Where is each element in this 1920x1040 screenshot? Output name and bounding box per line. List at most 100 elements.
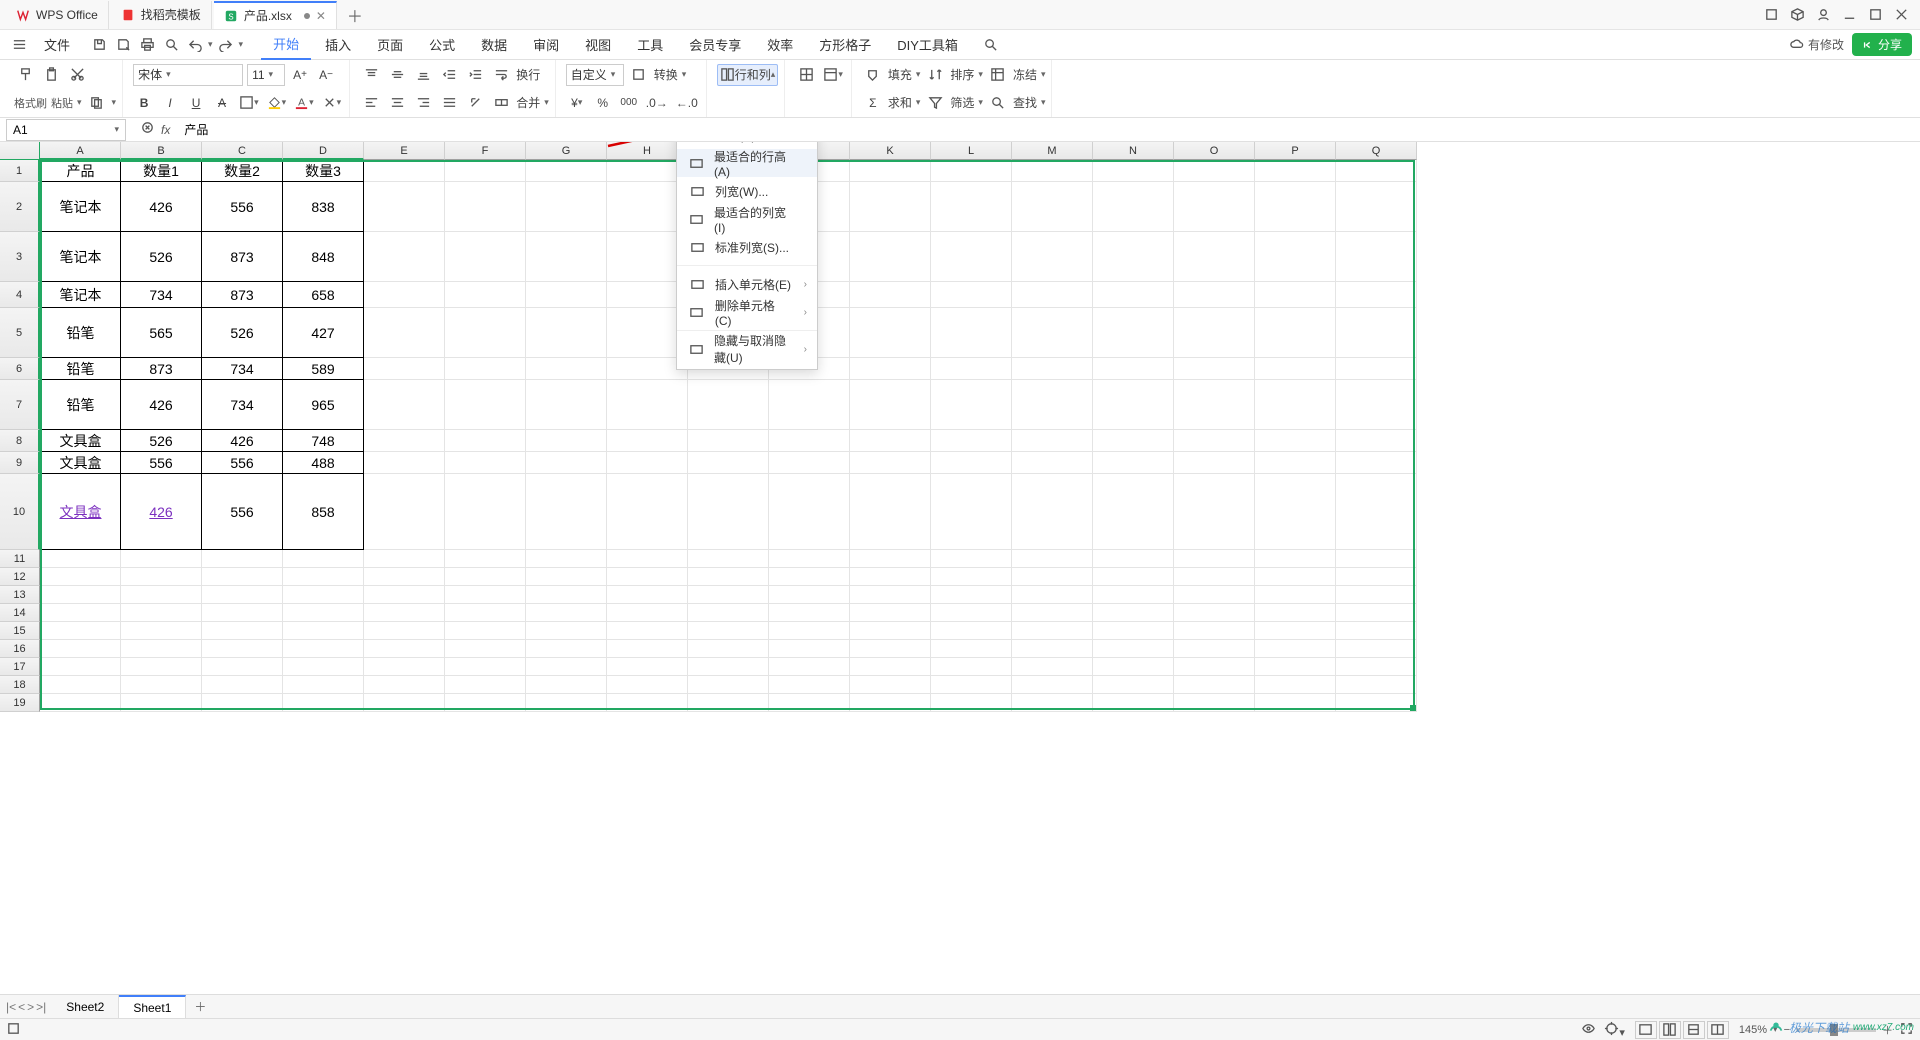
cell[interactable] (1336, 550, 1417, 568)
cell[interactable]: 铅笔 (40, 308, 121, 358)
cell[interactable] (1174, 550, 1255, 568)
cell[interactable]: 658 (283, 282, 364, 308)
cell[interactable] (607, 550, 688, 568)
column-header[interactable]: P (1255, 142, 1336, 160)
view-normal-icon[interactable] (1635, 1021, 1657, 1039)
cell[interactable] (1255, 550, 1336, 568)
cell[interactable] (1093, 308, 1174, 358)
cell[interactable] (364, 474, 445, 550)
row-header[interactable]: 3 (0, 232, 40, 282)
cell[interactable] (850, 474, 931, 550)
cell[interactable] (364, 640, 445, 658)
cell[interactable] (364, 694, 445, 712)
cell[interactable] (1174, 568, 1255, 586)
decimal-increase-icon[interactable]: .0→ (644, 92, 670, 114)
cell[interactable] (769, 452, 850, 474)
cell[interactable] (931, 550, 1012, 568)
row-header[interactable]: 10 (0, 474, 40, 550)
cell[interactable] (445, 232, 526, 282)
row-header[interactable]: 16 (0, 640, 40, 658)
cell[interactable] (364, 452, 445, 474)
cell[interactable]: 笔记本 (40, 282, 121, 308)
cell[interactable] (1174, 604, 1255, 622)
fill-label[interactable]: 填充 (888, 66, 912, 83)
fx-icon[interactable]: fx (161, 123, 170, 137)
cell[interactable] (607, 568, 688, 586)
cells-area[interactable]: 产品数量1数量2数量3笔记本426556838笔记本526873848笔记本73… (40, 160, 1920, 994)
cell[interactable] (364, 622, 445, 640)
cell[interactable]: 556 (202, 474, 283, 550)
save-icon[interactable] (88, 34, 110, 56)
dropdown-item[interactable]: 标准列宽(S)... (677, 233, 817, 261)
cell[interactable] (1336, 308, 1417, 358)
cell[interactable] (445, 430, 526, 452)
cell[interactable] (769, 658, 850, 676)
cell[interactable] (931, 380, 1012, 430)
cloud-status[interactable]: 有修改 (1789, 36, 1844, 53)
cell[interactable] (1012, 380, 1093, 430)
cell[interactable] (364, 308, 445, 358)
cell[interactable] (526, 182, 607, 232)
cell[interactable] (202, 622, 283, 640)
status-target-icon[interactable]: ▾ (1604, 1021, 1625, 1039)
cell[interactable] (769, 586, 850, 604)
cell[interactable] (1174, 308, 1255, 358)
cell[interactable] (1255, 604, 1336, 622)
redo-icon[interactable] (215, 34, 237, 56)
cell[interactable] (1174, 452, 1255, 474)
cell[interactable] (445, 452, 526, 474)
cell[interactable] (769, 676, 850, 694)
cell[interactable] (1012, 282, 1093, 308)
title-tab-template[interactable]: 找稻壳模板 (111, 1, 212, 29)
ribbon-tab[interactable]: 视图 (573, 30, 623, 60)
ribbon-tab[interactable]: 会员专享 (677, 30, 753, 60)
cell[interactable] (364, 586, 445, 604)
cell[interactable] (850, 568, 931, 586)
cell[interactable] (1174, 182, 1255, 232)
column-header[interactable]: O (1174, 142, 1255, 160)
formula-input[interactable]: 产品 (178, 121, 1920, 138)
cell[interactable] (121, 622, 202, 640)
cell[interactable] (688, 694, 769, 712)
cell[interactable] (607, 640, 688, 658)
row-header[interactable]: 15 (0, 622, 40, 640)
cell[interactable] (445, 658, 526, 676)
number-format-combo[interactable]: 自定义▾ (566, 64, 624, 86)
cell[interactable] (607, 430, 688, 452)
view-break-icon[interactable] (1683, 1021, 1705, 1039)
cell[interactable] (202, 604, 283, 622)
cell[interactable] (1012, 358, 1093, 380)
column-header[interactable]: E (364, 142, 445, 160)
column-header[interactable]: G (526, 142, 607, 160)
column-headers[interactable]: ABCDEFGHIJKLMNOPQ (40, 142, 1920, 160)
window-minimize-icon[interactable] (1836, 2, 1862, 28)
cell[interactable] (40, 676, 121, 694)
row-col-button[interactable]: 行和列▴ (717, 64, 779, 86)
cell[interactable] (931, 658, 1012, 676)
cell[interactable] (202, 676, 283, 694)
decrease-font-icon[interactable]: A− (315, 64, 337, 86)
column-header[interactable]: Q (1336, 142, 1417, 160)
fx-cancel-icon[interactable] (140, 120, 155, 140)
cell[interactable] (769, 474, 850, 550)
select-all-corner[interactable] (0, 142, 40, 160)
paste-label[interactable]: 粘贴 (51, 95, 73, 111)
row-header[interactable]: 12 (0, 568, 40, 586)
cell[interactable] (931, 586, 1012, 604)
cell[interactable] (688, 474, 769, 550)
insert-table-icon[interactable] (795, 64, 817, 86)
cell[interactable] (202, 550, 283, 568)
cell[interactable] (364, 380, 445, 430)
cell[interactable] (121, 568, 202, 586)
cell[interactable] (526, 568, 607, 586)
cell[interactable] (121, 694, 202, 712)
cell[interactable] (1255, 358, 1336, 380)
cell[interactable] (1336, 452, 1417, 474)
format-as-table-icon[interactable]: ▾ (821, 64, 845, 86)
view-reading-icon[interactable] (1707, 1021, 1729, 1039)
cell[interactable] (364, 160, 445, 182)
freeze-label[interactable]: 冻结 (1013, 66, 1037, 83)
cell[interactable] (1012, 568, 1093, 586)
cell[interactable] (1336, 380, 1417, 430)
cell[interactable] (1255, 622, 1336, 640)
